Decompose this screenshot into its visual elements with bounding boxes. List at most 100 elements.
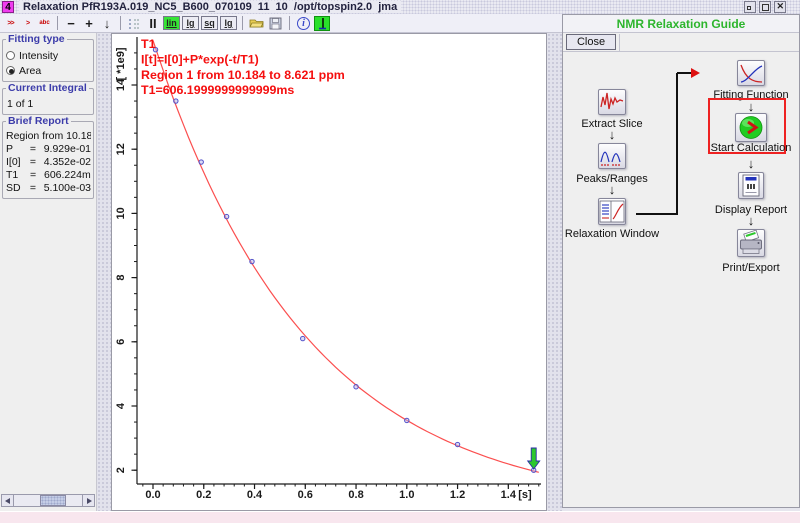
scrollbar-thumb[interactable] [40,495,66,506]
report-row-t1: T1=606.224m [6,169,91,182]
current-integral-title: Current Integral [6,82,89,94]
plot-annotation: T1 [141,37,156,51]
window-titlebar[interactable]: 4 Relaxation PfR193A.019_NC5_B600_070109… [0,0,800,14]
left-panel-hscrollbar[interactable] [1,494,95,507]
peak-list-icon[interactable] [126,15,143,31]
toolbar-separator [120,16,121,30]
split-divider-left[interactable] [97,33,111,511]
toolbar-separator [289,16,290,30]
peaks-ranges-icon [599,144,625,168]
maximize-icon [762,4,769,11]
y-tick-label: 6 [115,339,127,345]
flow-arrow-down: ↓ [609,185,616,195]
fitting-type-group: Fitting type Intensity Area [2,39,94,82]
nmr-relaxation-guide-panel: NMR Relaxation Guide Close Extract Slice… [562,14,800,508]
radio-area-circle[interactable] [6,66,15,75]
scroll-left-icon [5,498,10,504]
y-tick-label: 10 [115,207,127,219]
arrow-down-button[interactable]: ↓ [99,15,115,31]
peaks-ranges-button[interactable] [598,143,626,169]
scale-sq-button[interactable]: sq [201,16,218,30]
integration-tool-icon[interactable] [314,16,330,31]
flow-arrow-down: ↓ [748,102,755,112]
y-tick-label: 8 [115,275,127,281]
x-tick-label: 1.2 [450,489,465,501]
window-badge: 4 [2,1,14,13]
report-row-p: P=9.929e-01 [6,143,91,156]
data-point [301,336,305,340]
relaxation-window-label: Relaxation Window [565,228,659,240]
open-folder-icon[interactable] [248,15,265,31]
report-region-line: Region from 10.184 to [6,130,91,143]
display-report-button[interactable] [738,172,764,199]
relaxation-plot: 0.00.20.40.60.81.01.21.4[s]1412108642[ *… [112,34,546,510]
scale-lin-button[interactable]: lin [163,16,180,30]
extract-slice-button[interactable] [598,89,626,115]
scroll-right-button[interactable] [82,494,95,507]
fit-curve [153,40,539,472]
scale-lg2-button[interactable]: lg [220,16,237,30]
fitting-function-button[interactable] [737,60,765,86]
flow-arrow-down: ↓ [748,216,755,226]
print-export-label: Print/Export [722,262,779,274]
radio-area[interactable]: Area [6,63,91,78]
brief-report-title: Brief Report [6,115,71,127]
radio-intensity-circle[interactable] [6,51,15,60]
abc-button[interactable]: abc [37,16,52,31]
current-point-marker [528,448,540,469]
execute-button[interactable]: > [20,16,35,31]
relaxation-window-icon [599,199,625,224]
scrollbar-track[interactable] [14,494,82,507]
split-divider-right[interactable] [547,33,562,511]
scroll-right-icon [87,498,92,504]
topspin-relaxation-window: 4 Relaxation PfR193A.019_NC5_B600_070109… [0,0,800,523]
print-export-icon [738,230,764,256]
print-export-button[interactable] [737,229,765,257]
close-guide-button[interactable]: Close [566,34,616,50]
close-window-button[interactable] [774,1,786,13]
execute-all-button[interactable]: >> [3,16,18,31]
y-tick-label: 12 [115,143,127,155]
x-tick-label: 1.4 [501,489,517,501]
radio-intensity-label: Intensity [19,50,58,62]
data-point [224,214,228,218]
x-tick-label: 1.0 [399,489,414,501]
x-tick-label: 0.6 [298,489,313,501]
guide-title: NMR Relaxation Guide [563,15,799,33]
x-axis-unit: [s] [518,489,532,501]
y-tick-label: 4 [115,402,127,409]
fitting-function-icon [738,61,764,85]
zoom-out-button[interactable]: − [63,15,79,31]
pause-button[interactable]: II [145,15,161,31]
data-point [405,418,409,422]
radio-area-label: Area [19,65,41,77]
flow-arrowhead [691,68,700,78]
toolbar-separator [242,16,243,30]
report-row-i0: I[0]=4.352e-02 [6,156,91,169]
x-tick-label: 0.2 [196,489,211,501]
data-point [455,442,459,446]
relaxation-plot-canvas[interactable]: 0.00.20.40.60.81.01.21.4[s]1412108642[ *… [111,33,547,511]
zoom-in-button[interactable]: + [81,15,97,31]
relaxation-window-button[interactable] [598,198,626,225]
scroll-left-button[interactable] [1,494,14,507]
start-calculation-button[interactable] [735,113,767,142]
current-integral-group: Current Integral 1 of 1 [2,88,94,115]
info-icon[interactable]: i [295,15,312,31]
flow-arrow-down: ↓ [609,130,616,140]
scale-lg-button[interactable]: lg [182,16,199,30]
plot-annotation: Region 1 from 10.184 to 8.621 ppm [141,68,345,82]
brief-report-group: Brief Report Region from 10.184 to P=9.9… [2,121,94,199]
save-icon[interactable] [267,15,284,31]
main-toolbar: >> > abc − + ↓ II lin lg sq lg [0,14,562,33]
fitting-type-title: Fitting type [6,33,67,45]
radio-intensity[interactable]: Intensity [6,48,91,63]
x-tick-label: 0.0 [145,489,160,501]
fit-control-panel: Fitting type Intensity Area Current Inte… [0,33,97,511]
status-strip [0,511,800,523]
y-axis-unit: [ *1e9] [115,47,127,80]
toolbar-separator [57,16,58,30]
data-point [250,259,254,263]
iconify-button[interactable] [744,1,756,13]
maximize-button[interactable] [759,1,771,13]
